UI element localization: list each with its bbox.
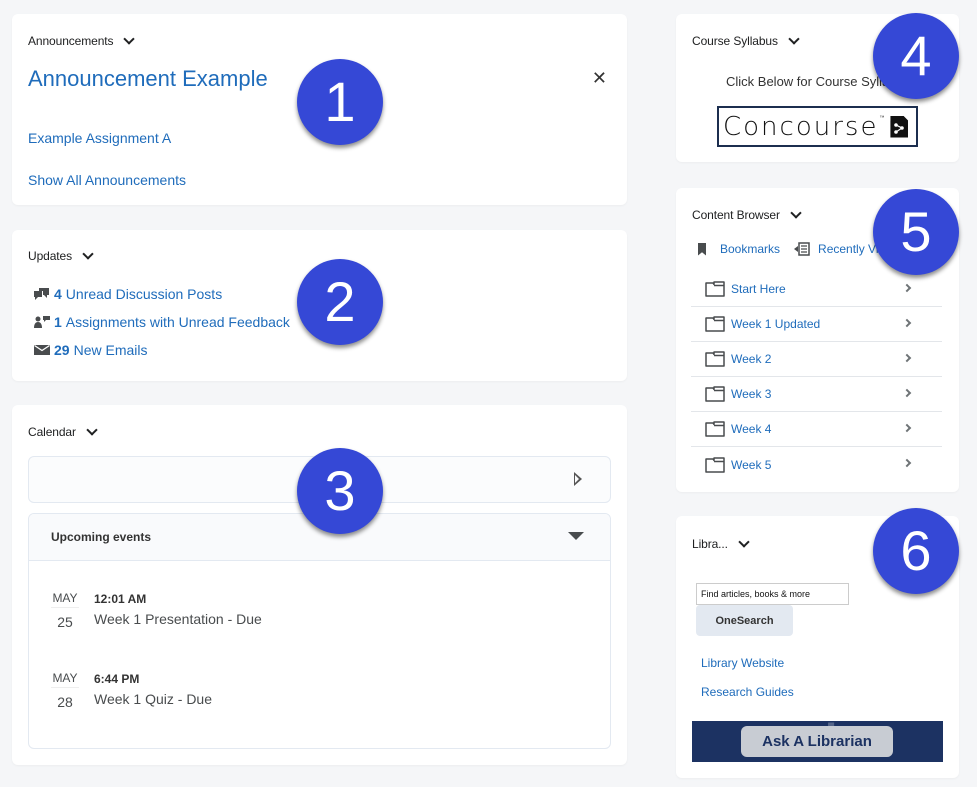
next-arrow-icon[interactable] — [574, 472, 582, 486]
event-time: 12:01 AM — [94, 592, 147, 606]
calendar-header[interactable]: Calendar — [28, 424, 98, 439]
update-item-feedback[interactable]: 1 Assignments with Unread Feedback — [34, 314, 290, 330]
chevron-right-icon[interactable] — [902, 458, 912, 468]
upcoming-events-label: Upcoming events — [51, 530, 152, 544]
chevron-down-icon[interactable] — [82, 248, 94, 260]
event-day: 25 — [57, 614, 73, 630]
callout-badge-1: 1 — [297, 59, 383, 145]
library-website-link[interactable]: Library Website — [701, 656, 784, 670]
upcoming-events-panel: Upcoming events MAY 25 12:01 AM Week 1 P… — [28, 513, 611, 749]
content-module-label[interactable]: Start Here — [731, 282, 786, 296]
ask-a-librarian-label: Ask A Librarian — [741, 726, 893, 757]
event-item[interactable]: MAY 25 12:01 AM Week 1 Presentation - Du… — [51, 591, 571, 641]
discussion-icon — [34, 288, 49, 300]
chevron-down-icon[interactable] — [86, 424, 98, 436]
announcements-header-title: Announcements — [28, 34, 114, 48]
callout-badge-3: 3 — [297, 448, 383, 534]
update-label[interactable]: New Emails — [74, 342, 148, 358]
library-search-input[interactable] — [696, 583, 849, 605]
chevron-right-icon[interactable] — [902, 388, 912, 398]
trademark-mark: ™ — [879, 114, 885, 121]
bookmark-icon — [698, 242, 706, 256]
research-guides-link[interactable]: Research Guides — [701, 685, 794, 699]
syllabus-header-title: Course Syllabus — [692, 34, 778, 48]
updates-header-title: Updates — [28, 249, 72, 263]
update-count: 1 — [54, 314, 62, 330]
show-all-announcements-link[interactable]: Show All Announcements — [28, 172, 186, 188]
folder-icon — [705, 351, 725, 367]
event-month: MAY — [51, 671, 79, 688]
content-browser-header[interactable]: Content Browser — [692, 207, 802, 222]
chevron-right-icon[interactable] — [902, 283, 912, 293]
updates-header[interactable]: Updates — [28, 248, 94, 263]
callout-badge-6: 6 — [873, 508, 959, 594]
content-module-label[interactable]: Week 1 Updated — [731, 317, 820, 331]
library-header-title: Libra... — [692, 537, 728, 551]
concourse-logo-link[interactable]: Concourse ™ — [717, 106, 918, 147]
callout-badge-5: 5 — [873, 189, 959, 275]
update-label[interactable]: Assignments with Unread Feedback — [66, 314, 290, 330]
feedback-icon — [34, 316, 50, 328]
chevron-down-icon[interactable] — [788, 33, 800, 45]
callout-badge-4: 4 — [873, 13, 959, 99]
content-module-label[interactable]: Week 2 — [731, 352, 771, 366]
content-module-item[interactable]: Week 5 — [691, 447, 942, 482]
chevron-right-icon[interactable] — [902, 318, 912, 328]
content-module-item[interactable]: Start Here — [691, 272, 942, 307]
folder-icon — [705, 386, 725, 402]
chevron-down-icon[interactable] — [123, 33, 136, 45]
ask-a-librarian-banner[interactable]: ask Ask A Librarian — [692, 721, 943, 762]
update-item-discussions[interactable]: 4 Unread Discussion Posts — [34, 286, 222, 302]
announcements-header[interactable]: Announcements — [28, 33, 136, 48]
chevron-right-icon[interactable] — [902, 353, 912, 363]
chevron-down-icon[interactable] — [738, 536, 750, 548]
library-header[interactable]: Libra... — [692, 536, 750, 551]
folder-icon — [705, 421, 725, 437]
content-module-item[interactable]: Week 1 Updated — [691, 307, 942, 342]
event-name[interactable]: Week 1 Quiz - Due — [94, 691, 212, 707]
chevron-right-icon[interactable] — [902, 423, 912, 433]
event-name[interactable]: Week 1 Presentation - Due — [94, 611, 262, 627]
content-browser-header-title: Content Browser — [692, 208, 780, 222]
recently-viewed-icon — [794, 242, 810, 256]
close-icon[interactable]: ✕ — [592, 68, 607, 89]
document-share-icon — [890, 116, 908, 138]
caret-down-icon[interactable] — [568, 532, 584, 540]
concourse-wordmark: Concourse — [723, 111, 879, 142]
tab-bookmarks[interactable]: Bookmarks — [698, 242, 780, 256]
content-module-label[interactable]: Week 5 — [731, 458, 771, 472]
announcement-title-link[interactable]: Announcement Example — [28, 66, 268, 92]
content-module-list: Start Here Week 1 Updated Week 2 Week 3 Week… — [691, 272, 942, 482]
event-time: 6:44 PM — [94, 672, 140, 686]
chevron-down-icon[interactable] — [790, 207, 802, 219]
email-icon — [34, 344, 50, 355]
folder-icon — [705, 316, 725, 332]
example-assignment-link[interactable]: Example Assignment A — [28, 130, 171, 146]
event-month: MAY — [51, 591, 79, 608]
content-module-label[interactable]: Week 4 — [731, 422, 771, 436]
tab-bookmarks-label[interactable]: Bookmarks — [720, 242, 780, 256]
event-item[interactable]: MAY 28 6:44 PM Week 1 Quiz - Due — [51, 671, 571, 721]
content-module-label[interactable]: Week 3 — [731, 387, 771, 401]
onesearch-button[interactable]: OneSearch — [696, 605, 793, 636]
folder-icon — [705, 281, 725, 297]
update-count: 29 — [54, 342, 70, 358]
calendar-header-title: Calendar — [28, 425, 76, 439]
folder-icon — [705, 456, 725, 473]
update-count: 4 — [54, 286, 62, 302]
content-module-item[interactable]: Week 3 — [691, 377, 942, 412]
callout-badge-2: 2 — [297, 259, 383, 345]
update-label[interactable]: Unread Discussion Posts — [66, 286, 222, 302]
event-day: 28 — [57, 694, 73, 710]
content-module-item[interactable]: Week 4 — [691, 412, 942, 447]
update-item-emails[interactable]: 29 New Emails — [34, 342, 147, 358]
syllabus-header[interactable]: Course Syllabus — [692, 33, 800, 48]
content-module-item[interactable]: Week 2 — [691, 342, 942, 377]
